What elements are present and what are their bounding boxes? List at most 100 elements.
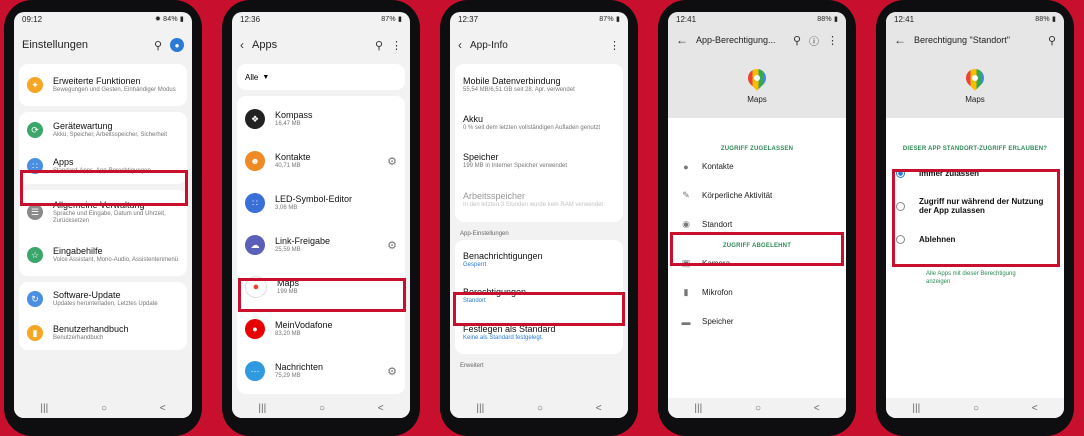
app-bar: ‹ Apps ⚲ ⋮ bbox=[232, 26, 410, 64]
search-icon[interactable]: ⚲ bbox=[154, 39, 162, 52]
app-bar: ← App-Berechtigung... ⚲ ⓘ ⋮ bbox=[668, 26, 846, 54]
status-icons: 87% ▮ bbox=[599, 16, 620, 23]
microphone-icon: ▮ bbox=[683, 287, 689, 297]
back-arrow-icon[interactable]: ‹ bbox=[240, 38, 244, 52]
status-time: 12:37 bbox=[458, 14, 479, 24]
nav-bar: ||| ○ < bbox=[886, 398, 1064, 418]
status-time: 12:41 bbox=[894, 14, 915, 24]
section-app-settings: App-Einstellungen bbox=[460, 231, 509, 237]
page-title: Berechtigung "Standort" bbox=[914, 35, 1010, 45]
app-item-link[interactable]: ☁ Link-Freigabe 25,59 MB ⚙ bbox=[237, 224, 405, 266]
led-editor-icon: ∷ bbox=[245, 193, 265, 213]
status-bar: 12:36 87% ▮ bbox=[232, 12, 410, 26]
accessibility-icon: ☆ bbox=[27, 247, 43, 263]
gear-icon[interactable]: ⚙ bbox=[387, 155, 397, 168]
settings-item-accessibility[interactable]: ☆ Eingabehilfe Voice Assistant, Mono-Audi… bbox=[19, 234, 187, 276]
highlight-options bbox=[892, 169, 1060, 267]
gear-icon[interactable]: ⚙ bbox=[387, 365, 397, 378]
permission-storage[interactable]: ▬ Speicher bbox=[668, 307, 846, 336]
back-button[interactable]: < bbox=[596, 403, 602, 414]
highlight-location bbox=[670, 232, 844, 266]
nav-bar: ||| ○ < bbox=[668, 398, 846, 418]
home-button[interactable]: ○ bbox=[319, 403, 325, 414]
location-icon: ◉ bbox=[682, 219, 690, 229]
back-arrow-icon[interactable]: ‹ bbox=[458, 38, 462, 52]
app-permissions-screen: 12:41 88% ▮ ← App-Berechtigung... ⚲ ⓘ ⋮ … bbox=[668, 12, 846, 418]
mobile-data-item[interactable]: Mobile Datenverbindung 55,54 MB/6,51 GB s… bbox=[455, 66, 623, 104]
more-options-icon[interactable]: ⋮ bbox=[391, 39, 402, 52]
back-arrow-icon[interactable]: ← bbox=[676, 33, 688, 47]
recent-apps-button[interactable]: ||| bbox=[912, 403, 920, 414]
app-item-messages[interactable]: ⋯ Nachrichten 75,29 MB ⚙ bbox=[237, 350, 405, 392]
page-title: App-Info bbox=[470, 39, 508, 51]
settings-item-manual[interactable]: ▮ Benutzerhandbuch Benutzerhandbuch bbox=[19, 316, 187, 350]
status-time: 09:12 bbox=[22, 14, 43, 24]
home-button[interactable]: ○ bbox=[973, 403, 979, 414]
notifications-item[interactable]: Benachrichtigungen Gesperrt bbox=[455, 242, 623, 278]
page-title: Apps bbox=[252, 39, 278, 51]
app-item-led[interactable]: ∷ LED-Symbol-Editor 3,06 MB bbox=[237, 182, 405, 224]
compass-icon: ❖ bbox=[245, 109, 265, 129]
back-button[interactable]: < bbox=[160, 403, 166, 414]
permission-activity[interactable]: ✎ Körperliche Aktivität bbox=[668, 181, 846, 210]
app-header: Maps bbox=[668, 54, 846, 118]
recent-apps-button[interactable]: ||| bbox=[476, 403, 484, 414]
settings-item-maintenance[interactable]: ⟳ Gerätewartung Akku, Speicher, Arbeitssp… bbox=[19, 112, 187, 148]
maps-pin-icon bbox=[962, 64, 988, 91]
highlight-apps bbox=[20, 170, 188, 206]
app-bar: ← Berechtigung "Standort" ⚲ bbox=[886, 26, 1064, 54]
help-icon[interactable]: ⓘ bbox=[809, 33, 819, 48]
contacts-icon: ☻ bbox=[245, 151, 265, 171]
permission-contacts[interactable]: ● Kontakte bbox=[668, 152, 846, 181]
home-button[interactable]: ○ bbox=[101, 403, 107, 414]
app-name: Maps bbox=[965, 94, 985, 104]
permission-microphone[interactable]: ▮ Mikrofon bbox=[668, 278, 846, 307]
phone-5: 12:41 88% ▮ ← Berechtigung "Standort" ⚲ … bbox=[876, 0, 1074, 436]
account-icon[interactable]: ● bbox=[170, 38, 184, 52]
home-button[interactable]: ○ bbox=[755, 403, 761, 414]
star-icon: ✦ bbox=[27, 77, 43, 93]
recent-apps-button[interactable]: ||| bbox=[258, 403, 266, 414]
status-bar: 09:12 ✹ 84% ▮ bbox=[14, 12, 192, 26]
app-item-kontakte[interactable]: ☻ Kontakte 40,71 MB ⚙ bbox=[237, 140, 405, 182]
vodafone-icon: ● bbox=[245, 319, 265, 339]
settings-item-advanced[interactable]: ✦ Erweiterte Funktionen Bewegungen und Ge… bbox=[19, 67, 187, 103]
sliders-icon: ☰ bbox=[27, 204, 43, 220]
search-icon[interactable]: ⚲ bbox=[375, 39, 383, 52]
dropdown-arrow-icon: ▼ bbox=[262, 73, 270, 81]
storage-item[interactable]: Speicher 199 MB in Interner Speicher verw… bbox=[455, 142, 623, 180]
search-icon[interactable]: ⚲ bbox=[1048, 34, 1056, 47]
status-time: 12:41 bbox=[676, 14, 697, 24]
folder-icon: ▬ bbox=[681, 316, 691, 327]
memory-item: Arbeitsspeicher In den letzten 3 Stunden … bbox=[463, 191, 604, 208]
info-card: Mobile Datenverbindung 55,54 MB/6,51 GB s… bbox=[455, 64, 623, 222]
phone-3: 12:37 87% ▮ ‹ App-Info ⋮ Mobile Datenver… bbox=[440, 0, 638, 436]
settings-item-update[interactable]: ↻ Software-Update Updates herunterladen, … bbox=[19, 282, 187, 316]
status-icons: 87% ▮ bbox=[381, 16, 402, 23]
back-arrow-icon[interactable]: ← bbox=[894, 33, 906, 47]
location-permission-screen: 12:41 88% ▮ ← Berechtigung "Standort" ⚲ … bbox=[886, 12, 1064, 418]
filter-dropdown[interactable]: Alle ▼ bbox=[237, 64, 405, 90]
app-header: Maps bbox=[886, 54, 1064, 118]
gear-icon[interactable]: ⚙ bbox=[387, 239, 397, 252]
recent-apps-button[interactable]: ||| bbox=[694, 403, 702, 414]
back-button[interactable]: < bbox=[378, 403, 384, 414]
app-list: ❖ Kompass 16,47 MB ☻ Kontakte 40,71 MB ⚙ ∷… bbox=[237, 96, 405, 394]
nav-bar: ||| ○ < bbox=[232, 398, 410, 418]
messages-icon: ⋯ bbox=[245, 361, 265, 381]
back-button[interactable]: < bbox=[814, 403, 820, 414]
phone-1: 09:12 ✹ 84% ▮ Einstellungen ⚲ ● ✦ Erweit… bbox=[4, 0, 202, 436]
app-item-vodafone[interactable]: ● MeinVodafone 83,20 MB bbox=[237, 308, 405, 350]
battery-item[interactable]: Akku 0 % seit dem letzten vollständigen A… bbox=[455, 104, 623, 142]
home-button[interactable]: ○ bbox=[537, 403, 543, 414]
app-item-kompass[interactable]: ❖ Kompass 16,47 MB bbox=[237, 98, 405, 140]
phone-2: 12:36 87% ▮ ‹ Apps ⚲ ⋮ Alle ▼ ❖ Kompass 1… bbox=[222, 0, 420, 436]
recent-apps-button[interactable]: ||| bbox=[40, 403, 48, 414]
page-title: App-Berechtigung... bbox=[696, 35, 776, 45]
more-options-icon[interactable]: ⋮ bbox=[609, 39, 620, 52]
status-icons: ✹ 84% ▮ bbox=[154, 16, 184, 23]
status-bar: 12:41 88% ▮ bbox=[668, 12, 846, 26]
search-icon[interactable]: ⚲ bbox=[793, 34, 801, 47]
back-button[interactable]: < bbox=[1032, 403, 1038, 414]
more-options-icon[interactable]: ⋮ bbox=[827, 34, 838, 47]
